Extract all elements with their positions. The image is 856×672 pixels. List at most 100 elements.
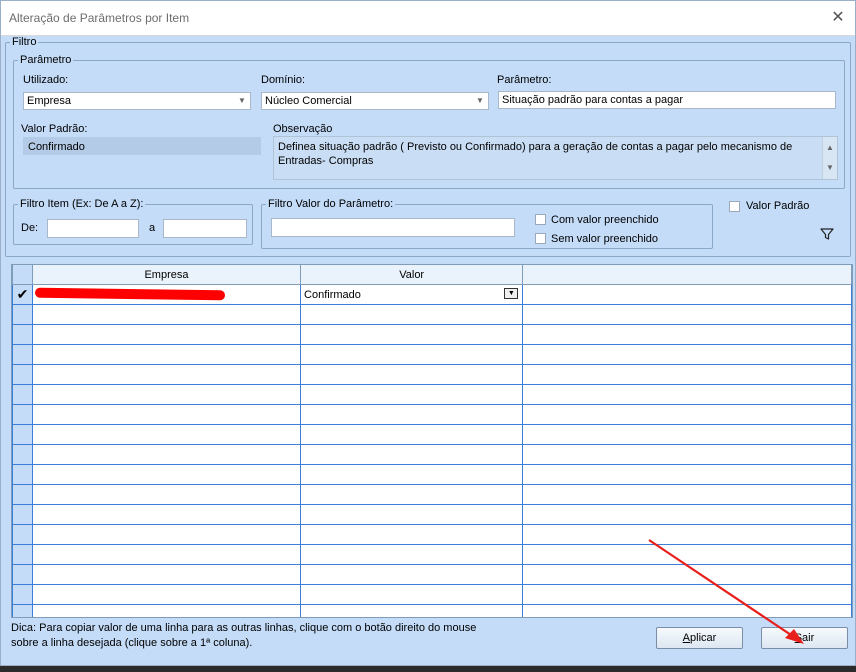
grid-cell[interactable] (522, 404, 852, 425)
grid-cell[interactable] (31, 484, 302, 505)
table-row[interactable] (12, 524, 852, 545)
grid-header-empresa[interactable]: Empresa (31, 265, 302, 285)
table-row[interactable] (12, 304, 852, 325)
grid-cell[interactable] (300, 364, 524, 385)
grid-cell[interactable] (31, 364, 302, 385)
table-row[interactable] (12, 604, 852, 617)
row-indicator[interactable] (12, 524, 33, 545)
a-input[interactable] (163, 219, 247, 238)
grid-header-valor[interactable]: Valor (300, 265, 524, 285)
grid-cell[interactable] (522, 484, 852, 505)
grid-cell[interactable] (31, 444, 302, 465)
grid-cell[interactable] (300, 544, 524, 565)
table-row[interactable] (12, 324, 852, 345)
table-row[interactable] (12, 584, 852, 605)
grid-cell[interactable] (31, 424, 302, 445)
valor-cell[interactable]: Confirmado ▼ (300, 284, 524, 305)
close-button[interactable]: ✕ (821, 1, 855, 35)
row-indicator[interactable] (12, 404, 33, 425)
table-row[interactable] (12, 444, 852, 465)
valor-padrao-checkbox[interactable] (729, 201, 740, 212)
grid-cell[interactable] (522, 324, 852, 345)
grid-cell[interactable] (300, 564, 524, 585)
row-indicator[interactable] (12, 424, 33, 445)
sem-valor-checkbox[interactable] (535, 233, 546, 244)
com-valor-checkbox[interactable] (535, 214, 546, 225)
table-row[interactable] (12, 404, 852, 425)
grid-cell[interactable] (31, 324, 302, 345)
dominio-select[interactable]: Núcleo Comercial ▼ (261, 92, 489, 110)
chevron-down-icon[interactable]: ▼ (504, 288, 519, 299)
row-indicator[interactable] (12, 484, 33, 505)
grid-cell[interactable] (300, 324, 524, 345)
grid-cell[interactable] (31, 584, 302, 605)
aplicar-button[interactable]: Aplicar (656, 627, 743, 649)
grid-cell[interactable] (522, 604, 852, 617)
grid-cell[interactable] (522, 524, 852, 545)
grid-cell[interactable] (300, 464, 524, 485)
grid-cell[interactable] (522, 464, 852, 485)
row-indicator-check-icon[interactable]: ✔ (12, 284, 33, 305)
grid-cell[interactable] (522, 444, 852, 465)
grid-cell[interactable] (300, 604, 524, 617)
sair-button[interactable]: Sair (761, 627, 848, 649)
table-row[interactable] (12, 564, 852, 585)
grid-cell[interactable] (522, 584, 852, 605)
grid-cell[interactable] (522, 424, 852, 445)
row-indicator[interactable] (12, 604, 33, 617)
parametro-field[interactable]: Situação padrão para contas a pagar (498, 91, 836, 109)
grid-cell[interactable] (522, 304, 852, 325)
row-indicator[interactable] (12, 384, 33, 405)
row-indicator[interactable] (12, 504, 33, 525)
table-row[interactable] (12, 424, 852, 445)
grid-cell[interactable] (300, 384, 524, 405)
grid-cell[interactable] (522, 344, 852, 365)
table-row[interactable] (12, 484, 852, 505)
table-row[interactable] (12, 364, 852, 385)
row-indicator[interactable] (12, 364, 33, 385)
row-indicator[interactable] (12, 564, 33, 585)
row-indicator[interactable] (12, 304, 33, 325)
row-indicator[interactable] (12, 464, 33, 485)
grid-cell[interactable] (31, 304, 302, 325)
grid-cell[interactable] (300, 504, 524, 525)
grid-cell[interactable] (522, 544, 852, 565)
grid-cell[interactable] (31, 544, 302, 565)
table-row[interactable] (12, 504, 852, 525)
grid-cell[interactable] (300, 584, 524, 605)
grid-cell[interactable] (31, 524, 302, 545)
observacao-textarea[interactable]: Definea situação padrão ( Previsto ou Co… (273, 136, 838, 180)
row-indicator[interactable] (12, 584, 33, 605)
observacao-scrollbar[interactable]: ▲ ▼ (822, 137, 837, 179)
grid-cell[interactable] (31, 404, 302, 425)
grid-cell[interactable] (522, 564, 852, 585)
grid-cell[interactable] (522, 364, 852, 385)
utilizado-select[interactable]: Empresa ▼ (23, 92, 251, 110)
row-indicator[interactable] (12, 344, 33, 365)
grid-cell[interactable] (300, 304, 524, 325)
grid-cell[interactable] (31, 464, 302, 485)
grid-cell[interactable] (31, 564, 302, 585)
de-input[interactable] (47, 219, 139, 238)
grid-cell[interactable] (300, 524, 524, 545)
grid-cell[interactable] (300, 344, 524, 365)
grid-cell[interactable] (300, 484, 524, 505)
table-row[interactable] (12, 544, 852, 565)
grid-cell[interactable] (522, 504, 852, 525)
grid-cell[interactable] (31, 604, 302, 617)
scroll-up-icon[interactable]: ▲ (823, 141, 837, 155)
scroll-down-icon[interactable]: ▼ (823, 161, 837, 175)
grid-cell[interactable] (300, 404, 524, 425)
grid-cell[interactable] (31, 344, 302, 365)
row-indicator[interactable] (12, 544, 33, 565)
table-row[interactable] (12, 464, 852, 485)
filtro-valor-input[interactable] (271, 218, 515, 237)
row-indicator[interactable] (12, 444, 33, 465)
grid-cell[interactable] (300, 444, 524, 465)
grid-cell[interactable] (300, 424, 524, 445)
grid-cell[interactable] (522, 384, 852, 405)
filter-icon[interactable] (819, 226, 835, 242)
grid-cell[interactable] (31, 384, 302, 405)
table-row[interactable] (12, 384, 852, 405)
row-indicator[interactable] (12, 324, 33, 345)
